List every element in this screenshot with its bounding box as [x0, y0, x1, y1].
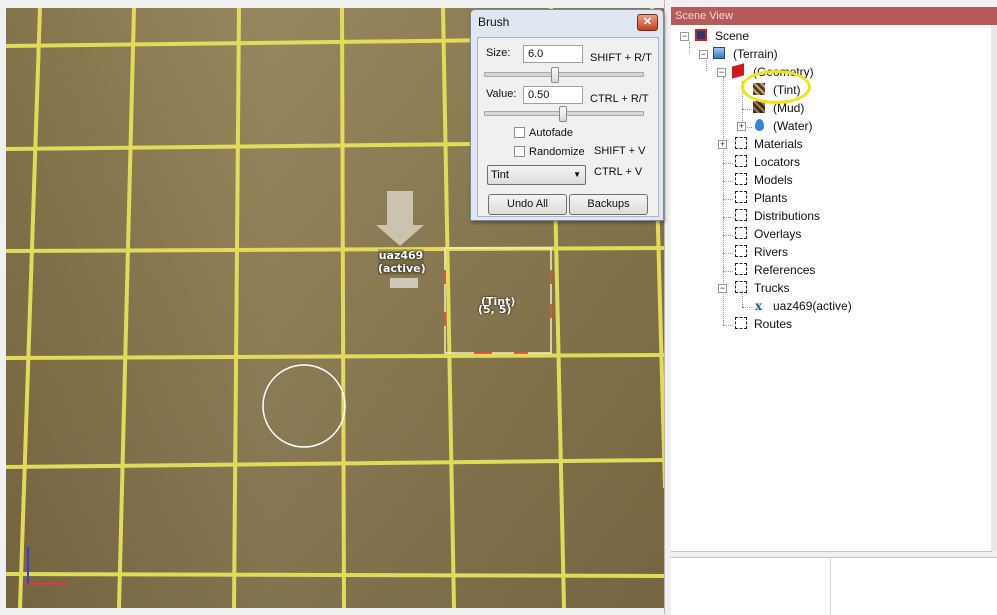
brush-mode-value: Tint [491, 169, 509, 181]
tree-item-overlays[interactable]: Overlays [754, 226, 801, 242]
folder-icon [735, 155, 747, 167]
axis-x-gizmo [28, 583, 68, 585]
size-label: Size: [486, 47, 511, 59]
tree-item-models[interactable]: Models [754, 172, 793, 188]
tree-item-scene[interactable]: Scene [715, 28, 749, 44]
folder-icon [735, 317, 747, 329]
vehicle-label-state: (active) [378, 262, 426, 275]
tree-item-terrain[interactable]: (Terrain) [733, 46, 778, 62]
autofade-label: Autofade [529, 127, 574, 139]
vehicle-label-name: uaz469 [378, 249, 424, 262]
folder-icon [735, 263, 747, 275]
water-icon [755, 119, 764, 131]
tree-item-rivers[interactable]: Rivers [754, 244, 788, 260]
properties-pane [671, 557, 997, 615]
close-icon[interactable]: ✕ [637, 14, 658, 31]
autofade-checkbox[interactable] [514, 127, 525, 138]
expander-scene[interactable]: − [680, 32, 689, 41]
randomize-checkbox[interactable] [514, 146, 525, 157]
folder-icon [735, 245, 747, 257]
tree-item-plants[interactable]: Plants [754, 190, 787, 206]
folder-icon [735, 173, 747, 185]
grid-line [6, 572, 665, 578]
vehicle-label: uaz469 (active) [378, 249, 426, 275]
size-input[interactable]: 6.0 [523, 45, 583, 63]
brush-panel: Brush ✕ Size: 6.0 SHIFT + R/T Value: 0.5… [470, 9, 664, 221]
value-label: Value: [486, 88, 517, 100]
scene-tree[interactable]: − Scene − (Terrain) − (Geometry) (Tint) … [671, 25, 992, 552]
expander-terrain[interactable]: − [699, 50, 708, 59]
randomize-label: Randomize [529, 146, 585, 158]
expander-trucks[interactable]: − [718, 284, 727, 293]
folder-icon [735, 209, 747, 221]
mode-hint: CTRL + V [594, 166, 643, 178]
folder-icon [735, 191, 747, 203]
axis-y-gizmo [27, 547, 29, 585]
randomize-hint: SHIFT + V [594, 145, 646, 157]
size-hint: SHIFT + R/T [590, 52, 652, 64]
terrain-icon [713, 47, 725, 59]
grid-line [340, 8, 346, 608]
tree-item-distributions[interactable]: Distributions [754, 208, 820, 224]
brush-cursor [262, 364, 346, 448]
tree-item-materials[interactable]: Materials [754, 136, 803, 152]
expander-materials[interactable]: + [718, 140, 727, 149]
tree-item-references[interactable]: References [754, 262, 815, 278]
tree-item-trucks[interactable]: Trucks [754, 280, 790, 296]
backups-button[interactable]: Backups [569, 194, 648, 215]
grid-line [6, 246, 665, 253]
scene-scrollbar[interactable] [991, 25, 997, 551]
value-hint: CTRL + R/T [590, 93, 649, 105]
folder-icon [735, 227, 747, 239]
chevron-down-icon: ▼ [573, 170, 581, 179]
highlight-ring [741, 70, 811, 104]
grid-line [117, 8, 136, 608]
value-slider-thumb[interactable] [559, 106, 567, 122]
scene-icon [695, 29, 707, 41]
expander-geometry[interactable]: − [717, 68, 726, 77]
grid-line [6, 353, 665, 360]
size-slider-thumb[interactable] [551, 67, 559, 83]
truck-icon: x [755, 299, 763, 313]
brush-body: Size: 6.0 SHIFT + R/T Value: 0.50 CTRL +… [477, 37, 659, 217]
geometry-icon [732, 63, 744, 79]
folder-icon [735, 137, 747, 149]
size-slider[interactable] [484, 72, 644, 77]
grid-line [232, 8, 241, 608]
scene-view-header: Scene View [671, 7, 997, 25]
pane-divider [830, 558, 831, 615]
brush-title: Brush [478, 15, 510, 29]
expander-water[interactable]: + [737, 122, 746, 131]
cell-coords: (5, 5) [478, 303, 512, 316]
grid-line [18, 8, 42, 608]
tree-item-water[interactable]: (Water) [773, 118, 813, 134]
folder-icon [735, 281, 747, 293]
undo-all-button[interactable]: Undo All [488, 194, 567, 215]
tree-item-locators[interactable]: Locators [754, 154, 800, 170]
tree-item-truck-active[interactable]: uaz469(active) [773, 298, 852, 314]
value-input[interactable]: 0.50 [523, 86, 583, 104]
tree-item-routes[interactable]: Routes [754, 316, 792, 332]
grid-line [6, 458, 665, 469]
brush-mode-select[interactable]: Tint ▼ [487, 165, 586, 185]
